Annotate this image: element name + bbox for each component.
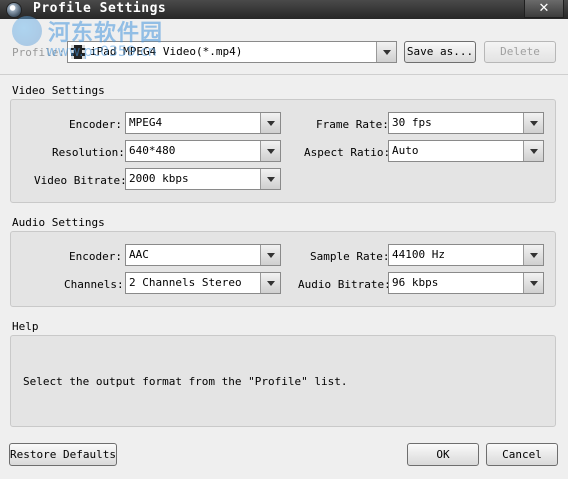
video-bitrate-label: Video Bitrate: [34, 174, 127, 187]
resolution-label: Resolution: [52, 146, 125, 159]
video-encoder-value: MPEG4 [129, 116, 163, 129]
audio-encoder-select[interactable]: AAC [125, 244, 281, 266]
cancel-button[interactable]: Cancel [486, 443, 558, 466]
film-icon [71, 45, 85, 59]
resolution-value: 640*480 [129, 144, 176, 157]
profile-select[interactable]: iPad MPEG4 Video(*.mp4) [67, 41, 397, 63]
video-bitrate-select[interactable]: 2000 kbps [125, 168, 281, 190]
delete-button[interactable]: Delete [484, 41, 556, 63]
divider [0, 74, 568, 75]
resolution-select[interactable]: 640*480 [125, 140, 281, 162]
aspect-ratio-select[interactable]: Auto [388, 140, 544, 162]
channels-label: Channels: [64, 278, 124, 291]
audio-settings-group [10, 231, 556, 307]
audio-encoder-value: AAC [129, 248, 149, 261]
chevron-down-icon[interactable] [523, 245, 543, 265]
audio-bitrate-value: 96 kbps [392, 276, 439, 289]
sample-rate-label: Sample Rate: [310, 250, 390, 263]
help-text: Select the output format from the "Profi… [23, 375, 348, 388]
profile-value: iPad MPEG4 Video(*.mp4) [90, 45, 243, 58]
video-encoder-label: Encoder: [69, 118, 122, 131]
frame-rate-select[interactable]: 30 fps [388, 112, 544, 134]
video-settings-title: Video Settings [12, 84, 105, 97]
chevron-down-icon[interactable] [260, 141, 280, 161]
audio-settings-title: Audio Settings [12, 216, 105, 229]
close-icon: ✕ [538, 1, 550, 16]
sample-rate-value: 44100 Hz [392, 248, 445, 261]
sample-rate-select[interactable]: 44100 Hz [388, 244, 544, 266]
video-encoder-select[interactable]: MPEG4 [125, 112, 281, 134]
app-icon [6, 2, 22, 18]
audio-bitrate-label: Audio Bitrate: [298, 278, 391, 291]
chevron-down-icon[interactable] [260, 245, 280, 265]
profile-label: Profile: [12, 46, 65, 59]
chevron-down-icon[interactable] [376, 42, 396, 62]
audio-bitrate-select[interactable]: 96 kbps [388, 272, 544, 294]
ok-button[interactable]: OK [407, 443, 479, 466]
channels-value: 2 Channels Stereo [129, 276, 242, 289]
chevron-down-icon[interactable] [523, 113, 543, 133]
chevron-down-icon[interactable] [260, 273, 280, 293]
chevron-down-icon[interactable] [523, 273, 543, 293]
watermark-logo-icon [12, 16, 42, 46]
restore-defaults-button[interactable]: Restore Defaults [9, 443, 117, 466]
save-as-button[interactable]: Save as... [404, 41, 476, 63]
video-bitrate-value: 2000 kbps [129, 172, 189, 185]
aspect-ratio-value: Auto [392, 144, 419, 157]
chevron-down-icon[interactable] [260, 113, 280, 133]
chevron-down-icon[interactable] [523, 141, 543, 161]
audio-encoder-label: Encoder: [69, 250, 122, 263]
frame-rate-value: 30 fps [392, 116, 432, 129]
aspect-ratio-label: Aspect Ratio: [304, 146, 391, 159]
close-button[interactable]: ✕ [524, 0, 564, 18]
chevron-down-icon[interactable] [260, 169, 280, 189]
frame-rate-label: Frame Rate: [316, 118, 389, 131]
title-bar: Profile Settings ✕ [0, 0, 568, 19]
window-title: Profile Settings [33, 1, 167, 16]
channels-select[interactable]: 2 Channels Stereo [125, 272, 281, 294]
help-title: Help [12, 320, 39, 333]
